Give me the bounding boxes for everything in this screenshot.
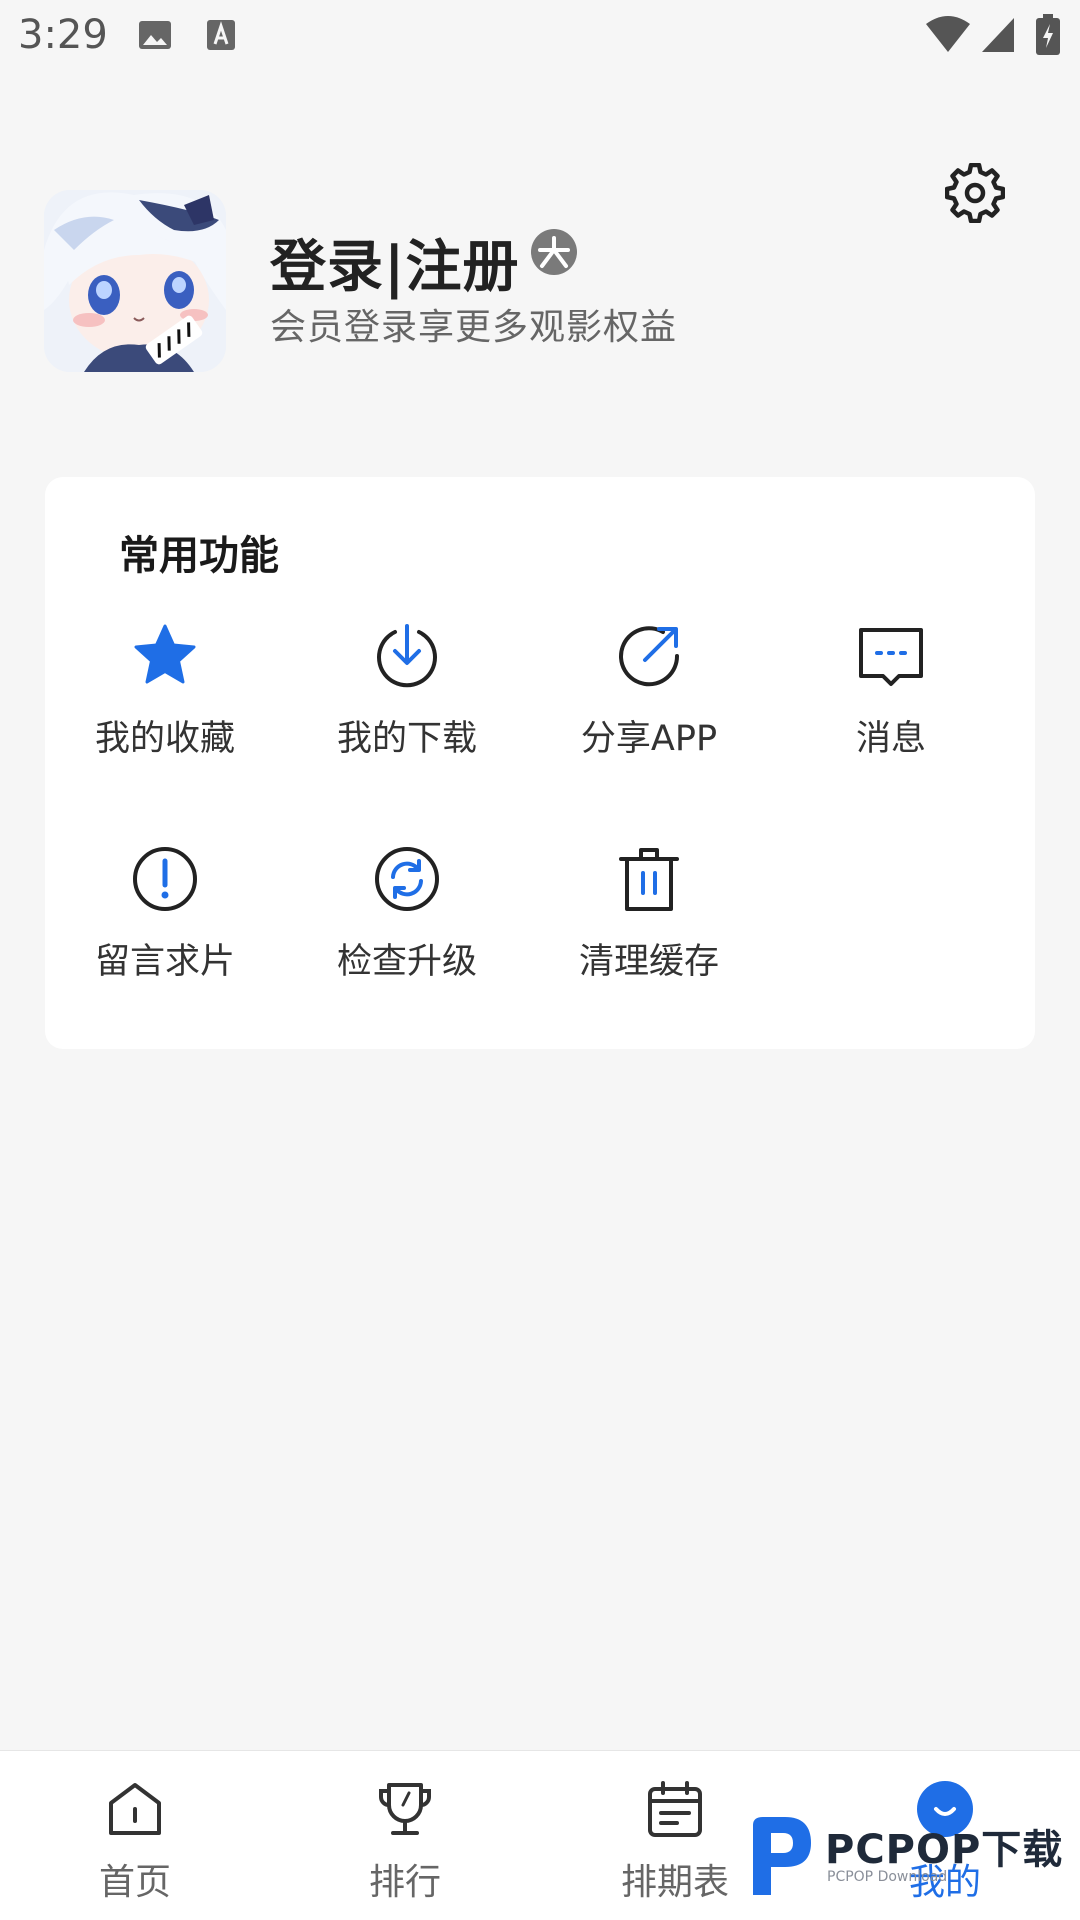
request-movie-button[interactable]: 留言求片	[45, 845, 285, 1005]
check-update-button[interactable]: 检查升级	[287, 845, 527, 1005]
downloads-button[interactable]: 我的下载	[287, 622, 527, 782]
favorites-label: 我的收藏	[94, 719, 235, 759]
downloads-label: 我的下载	[336, 719, 477, 759]
clear-cache-label: 清理缓存	[578, 942, 719, 982]
nav-ranking[interactable]: 排行	[270, 1751, 540, 1920]
common-functions-card: 常用功能 我的收藏 我的下载 分享APP 消息 留言求片 检查升级 清理缓存	[45, 477, 1035, 1049]
clear-cache-button[interactable]: 清理缓存	[529, 845, 769, 1005]
avatar[interactable]	[44, 190, 226, 372]
text-a-icon	[206, 18, 236, 56]
signal-icon	[980, 14, 1016, 58]
calendar-icon	[645, 1779, 705, 1839]
favorites-button[interactable]: 我的收藏	[45, 622, 285, 782]
star-icon	[131, 622, 199, 690]
gear-icon	[944, 162, 1006, 227]
settings-button[interactable]	[944, 162, 1006, 224]
messages-label: 消息	[855, 719, 926, 759]
watermark: PCPOP下载 PCPOP Download	[745, 1815, 1075, 1900]
share-app-label: 分享APP	[580, 719, 718, 759]
login-register-link[interactable]: 登录|注册	[270, 222, 519, 303]
status-bar: 3:29	[0, 0, 1080, 76]
message-icon	[857, 622, 925, 690]
watermark-subtext: PCPOP Download	[827, 1869, 948, 1885]
home-icon	[105, 1779, 165, 1839]
nav-home[interactable]: 首页	[0, 1751, 270, 1920]
card-title: 常用功能	[119, 533, 279, 579]
vip-badge-icon	[530, 228, 578, 276]
check-update-label: 检查升级	[336, 942, 477, 982]
trophy-icon	[375, 1779, 435, 1839]
pcpop-logo-icon	[745, 1815, 817, 1901]
battery-charging-icon	[1035, 14, 1061, 60]
wifi-icon	[925, 14, 971, 58]
trash-icon	[615, 845, 683, 913]
refresh-icon	[373, 845, 441, 913]
download-icon	[373, 622, 441, 690]
status-time: 3:29	[18, 12, 108, 58]
nav-home-label: 首页	[98, 1862, 171, 1903]
login-subtitle: 会员登录享更多观影权益	[270, 307, 678, 348]
nav-ranking-label: 排行	[368, 1862, 441, 1903]
share-icon	[615, 622, 683, 690]
watermark-text: PCPOP下载	[825, 1827, 1064, 1873]
exclamation-icon	[131, 845, 199, 913]
request-movie-label: 留言求片	[94, 942, 235, 982]
messages-button[interactable]: 消息	[771, 622, 1011, 782]
share-app-button[interactable]: 分享APP	[529, 622, 769, 782]
image-icon	[138, 18, 172, 56]
